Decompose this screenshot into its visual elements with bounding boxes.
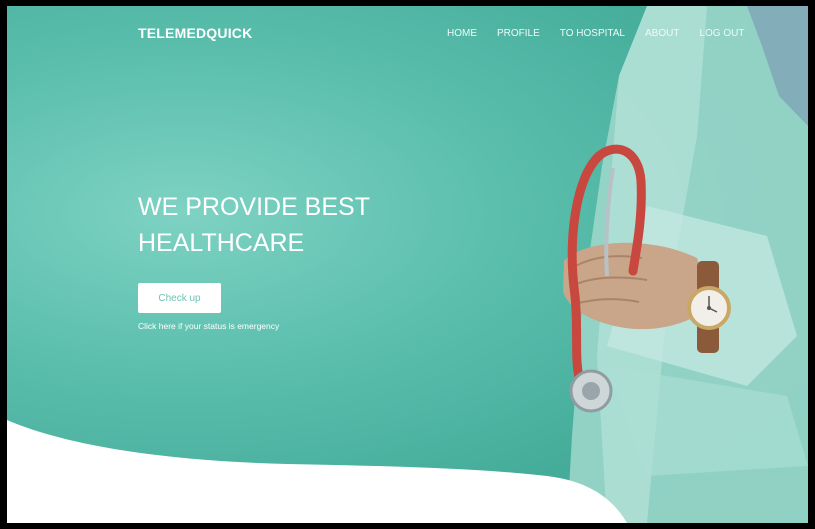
hero-headline-line2: HEALTHCARE — [138, 229, 305, 257]
nav-item-profile[interactable]: PROFILE — [497, 28, 540, 39]
nav-item-log-out[interactable]: LOG OUT — [699, 28, 744, 39]
check-up-button[interactable]: Check up — [138, 283, 221, 313]
nav-item-home[interactable]: HOME — [447, 28, 477, 39]
nav-item-to-hospital[interactable]: TO HOSPITAL — [560, 28, 625, 39]
brand-logo[interactable]: TELEMEDQUICK — [138, 25, 252, 41]
hero-section: TELEMEDQUICK HOME PROFILE TO HOSPITAL AB… — [7, 6, 808, 523]
nav-item-about[interactable]: ABOUT — [645, 28, 679, 39]
emergency-note: Click here if your status is emergency — [138, 321, 280, 331]
hero-headline: WE PROVIDE BEST HEALTHCARE — [138, 189, 370, 261]
page-frame: TELEMEDQUICK HOME PROFILE TO HOSPITAL AB… — [7, 6, 808, 523]
hero-headline-line1: WE PROVIDE BEST — [138, 193, 370, 221]
hero-wave — [7, 420, 627, 523]
main-nav: HOME PROFILE TO HOSPITAL ABOUT LOG OUT — [447, 28, 764, 39]
